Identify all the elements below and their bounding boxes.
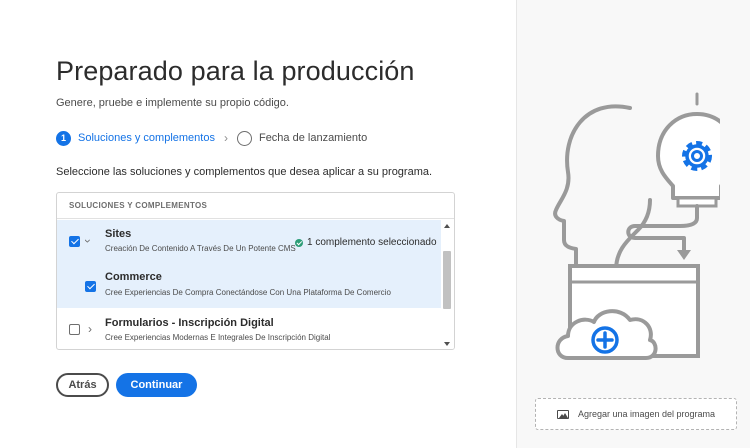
commerce-description: Cree Experiencias De Compra Conectándose… — [105, 288, 391, 297]
scroll-up-arrow-icon[interactable] — [444, 224, 450, 228]
forms-description: Cree Experiencias Modernas E Integrales … — [105, 333, 331, 342]
forms-checkbox[interactable] — [69, 324, 80, 335]
scroll-thumb[interactable] — [443, 251, 451, 309]
stepper: 1 Soluciones y complementos › Fecha de l… — [56, 130, 367, 146]
sites-checkbox[interactable] — [69, 236, 80, 247]
sites-title: Sites — [105, 228, 132, 240]
continue-button[interactable]: Continuar — [116, 373, 197, 397]
forms-title: Formularios - Inscripción Digital — [105, 317, 274, 329]
page-title: Preparado para la producción — [56, 56, 415, 86]
scrollbar[interactable] — [441, 219, 454, 349]
commerce-checkbox[interactable] — [85, 281, 96, 292]
commerce-title: Commerce — [105, 271, 162, 283]
main-content: Preparado para la producción Genere, pru… — [0, 0, 516, 448]
add-program-image-label: Agregar una imagen del programa — [577, 409, 716, 419]
solutions-panel: SOLUCIONES Y COMPLEMENTOS › Sites Creaci… — [56, 192, 455, 350]
instructions-text: Seleccione las soluciones y complementos… — [56, 166, 433, 178]
solution-row-sites[interactable]: › Sites Creación De Contenido A Través D… — [57, 220, 442, 264]
page-subtitle: Genere, pruebe e implemente su propio có… — [56, 97, 289, 109]
step-1-label[interactable]: Soluciones y complementos — [78, 132, 215, 144]
panel-header: SOLUCIONES Y COMPLEMENTOS — [57, 193, 454, 219]
step-2-label[interactable]: Fecha de lanzamiento — [259, 132, 367, 144]
addon-row-commerce[interactable]: Commerce Cree Experiencias De Compra Con… — [57, 264, 442, 308]
sites-description: Creación De Contenido A Través De Un Pot… — [105, 244, 296, 253]
step-2-indicator — [236, 130, 252, 146]
chevron-down-icon[interactable]: › — [81, 239, 95, 243]
arrow-down-icon — [677, 250, 691, 260]
solution-row-forms[interactable]: › Formularios - Inscripción Digital Cree… — [57, 309, 442, 349]
chevron-right-icon: › — [223, 131, 228, 145]
check-circle-icon — [295, 238, 303, 247]
add-program-image-button[interactable]: Agregar una imagen del programa — [535, 398, 737, 430]
scroll-down-arrow-icon[interactable] — [444, 342, 450, 346]
back-button[interactable]: Atrás — [56, 373, 109, 397]
step-1-indicator: 1 — [56, 130, 71, 146]
chevron-right-icon[interactable]: › — [88, 323, 92, 335]
addon-status-text: 1 complemento seleccionado — [307, 237, 437, 248]
program-illustration — [553, 92, 720, 360]
image-icon — [556, 409, 569, 419]
addon-status: 1 complemento seleccionado — [295, 237, 437, 248]
